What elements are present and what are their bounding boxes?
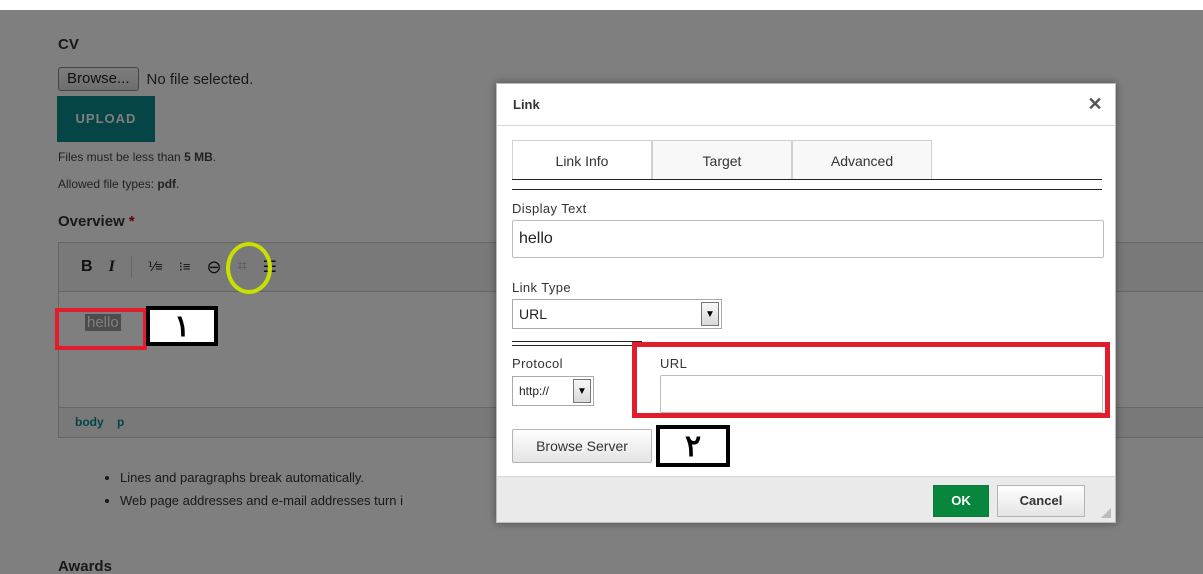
- chevron-down-icon[interactable]: ▼: [573, 379, 591, 403]
- display-text-input[interactable]: hello: [512, 220, 1104, 258]
- protocol-select[interactable]: http:// ▼: [512, 376, 594, 406]
- browse-server-button[interactable]: Browse Server: [512, 429, 652, 463]
- tab-link-info[interactable]: Link Info: [512, 140, 652, 180]
- display-text-label: Display Text: [512, 201, 587, 216]
- dialog-title: Link: [513, 97, 540, 112]
- tab-divider-lower: [512, 189, 1102, 190]
- chevron-down-icon[interactable]: ▼: [701, 302, 719, 326]
- ok-button[interactable]: OK: [933, 485, 989, 517]
- highlight-url-field: [632, 342, 1110, 418]
- highlight-selected-text: [55, 308, 147, 350]
- link-dialog: Link ✕ Link Info Target Advanced Display…: [496, 83, 1116, 523]
- cancel-button[interactable]: Cancel: [997, 485, 1085, 517]
- link-type-select[interactable]: URL ▼: [512, 299, 722, 329]
- link-type-value: URL: [519, 306, 548, 322]
- protocol-label: Protocol: [512, 356, 563, 371]
- link-icon-highlight: [226, 242, 272, 294]
- protocol-divider-lower: [512, 345, 642, 346]
- protocol-divider: [512, 341, 642, 342]
- step-2-marker: ٢: [656, 425, 730, 467]
- dialog-header: Link ✕: [497, 84, 1115, 126]
- protocol-value: http://: [519, 384, 550, 398]
- link-type-label: Link Type: [512, 280, 572, 295]
- dialog-footer: OK Cancel: [497, 476, 1115, 522]
- dialog-tabs: Link Info Target Advanced: [512, 140, 932, 180]
- step-1-marker: ١: [146, 306, 218, 346]
- tab-advanced[interactable]: Advanced: [792, 140, 932, 180]
- tab-divider: [512, 179, 1102, 180]
- close-icon[interactable]: ✕: [1075, 94, 1115, 115]
- tab-target[interactable]: Target: [652, 140, 792, 180]
- resize-grip-icon[interactable]: [1101, 508, 1111, 518]
